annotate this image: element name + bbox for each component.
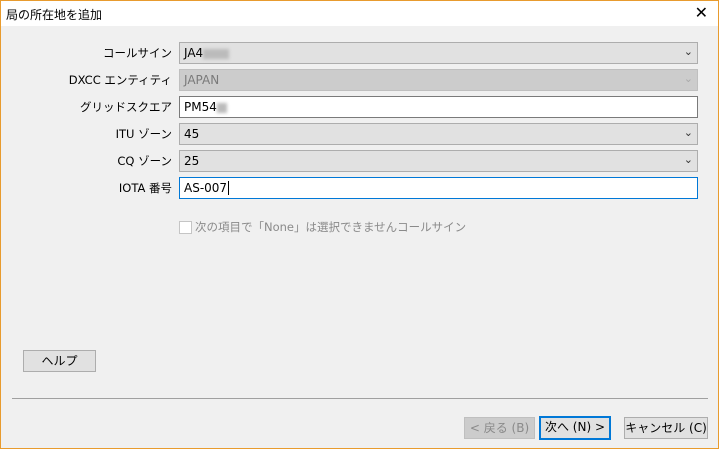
itu-label: ITU ゾーン (115, 127, 172, 141)
back-button: < 戻る (B) (464, 417, 535, 439)
separator (12, 398, 708, 399)
checkbox-box (179, 220, 192, 234)
grid-input[interactable]: PM54 (179, 96, 698, 118)
dialog-window: 局の所在地を追加 ✕ コールサイン JA4 ⌄ DXCC エンティティ JAPAN… (0, 0, 719, 449)
iota-label: IOTA 番号 (118, 181, 172, 195)
dxcc-label: DXCC エンティティ (68, 73, 172, 87)
window-title: 局の所在地を追加 (6, 8, 103, 22)
callsign-value: JA4 (184, 46, 204, 60)
redacted-mark (216, 102, 227, 113)
checkbox-label: 次の項目で「None」は選択できませんコールサイン (195, 220, 467, 234)
help-button[interactable]: ヘルプ (23, 350, 96, 372)
callsign-select[interactable]: JA4 ⌄ (179, 42, 698, 64)
cq-value: 25 (184, 154, 200, 168)
none-checkbox: 次の項目で「None」は選択できませんコールサイン (179, 219, 466, 235)
chevron-down-icon: ⌄ (683, 72, 693, 85)
iota-input[interactable]: AS-007 (179, 177, 698, 199)
itu-select[interactable]: 45 ⌄ (179, 123, 698, 145)
itu-value: 45 (184, 127, 200, 141)
redacted-mark (203, 48, 230, 59)
dxcc-select: JAPAN ⌄ (179, 69, 698, 91)
chevron-down-icon: ⌄ (683, 153, 693, 166)
chevron-down-icon: ⌄ (683, 126, 693, 139)
text-cursor (228, 181, 233, 195)
cq-label: CQ ゾーン (117, 154, 172, 168)
cancel-button[interactable]: キャンセル (C) (624, 417, 708, 439)
grid-label: グリッドスクエア (80, 100, 172, 114)
callsign-label: コールサイン (103, 46, 172, 60)
chevron-down-icon: ⌄ (683, 45, 693, 58)
close-icon[interactable]: ✕ (695, 3, 708, 22)
iota-value: AS-007 (184, 181, 228, 195)
title-bar: 局の所在地を追加 ✕ (1, 1, 718, 26)
dxcc-value: JAPAN (184, 73, 220, 87)
next-button[interactable]: 次へ (N) > (539, 416, 611, 440)
grid-value: PM54 (184, 100, 217, 114)
cq-select[interactable]: 25 ⌄ (179, 150, 698, 172)
